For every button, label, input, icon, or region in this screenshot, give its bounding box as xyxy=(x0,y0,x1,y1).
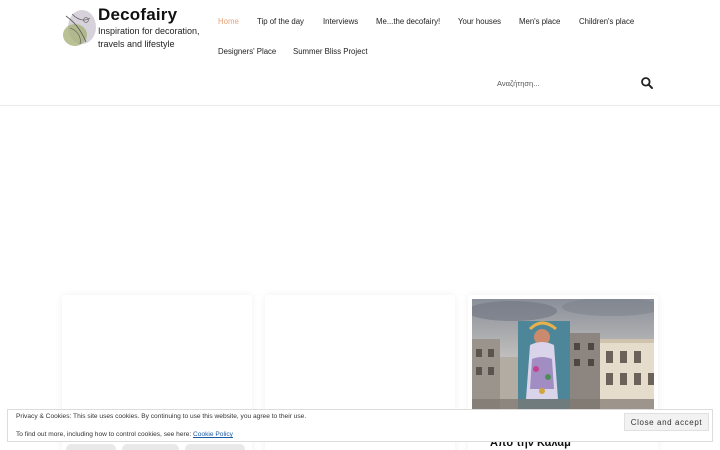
nav-item-home[interactable]: Home xyxy=(218,17,239,26)
post-card-image[interactable] xyxy=(472,299,654,411)
cookie-notice-text: Privacy & Cookies: This site uses cookie… xyxy=(16,413,307,420)
cookie-more-info: To find out more, including how to contr… xyxy=(16,431,233,438)
nav-item-mens-place[interactable]: Men's place xyxy=(519,17,560,26)
site-header: Decofairy Inspiration for decoration, tr… xyxy=(0,0,720,106)
cookie-more-info-text: To find out more, including how to contr… xyxy=(16,431,194,438)
search-input[interactable] xyxy=(494,74,634,92)
search-button[interactable] xyxy=(640,76,654,90)
site-tagline: Inspiration for decoration, travels and … xyxy=(98,26,200,49)
close-and-accept-button[interactable]: Close and accept xyxy=(624,413,709,431)
nav-item-tip-of-the-day[interactable]: Tip of the day xyxy=(257,17,304,26)
site-logo[interactable] xyxy=(60,8,100,50)
nav-item-summer-bliss-project[interactable]: Summer Bliss Project xyxy=(293,47,368,56)
site-title[interactable]: Decofairy xyxy=(98,5,177,25)
nav-item-your-houses[interactable]: Your houses xyxy=(458,17,501,26)
search-icon xyxy=(641,77,653,89)
tag-pill[interactable] xyxy=(185,444,245,450)
nav-item-designers-place[interactable]: Designers' Place xyxy=(218,47,276,56)
nav-item-interviews[interactable]: Interviews xyxy=(323,17,358,26)
nav-item-childrens-place[interactable]: Children's place xyxy=(579,17,634,26)
cookie-banner: Privacy & Cookies: This site uses cookie… xyxy=(7,409,713,442)
tag-pill[interactable] xyxy=(122,444,179,450)
nav-item-me-the-decofairy[interactable]: Me...the decofairy! xyxy=(376,17,440,26)
cookie-policy-link[interactable]: Cookie Policy xyxy=(193,431,233,438)
tag-pill[interactable] xyxy=(66,444,116,450)
search-form xyxy=(494,74,656,92)
